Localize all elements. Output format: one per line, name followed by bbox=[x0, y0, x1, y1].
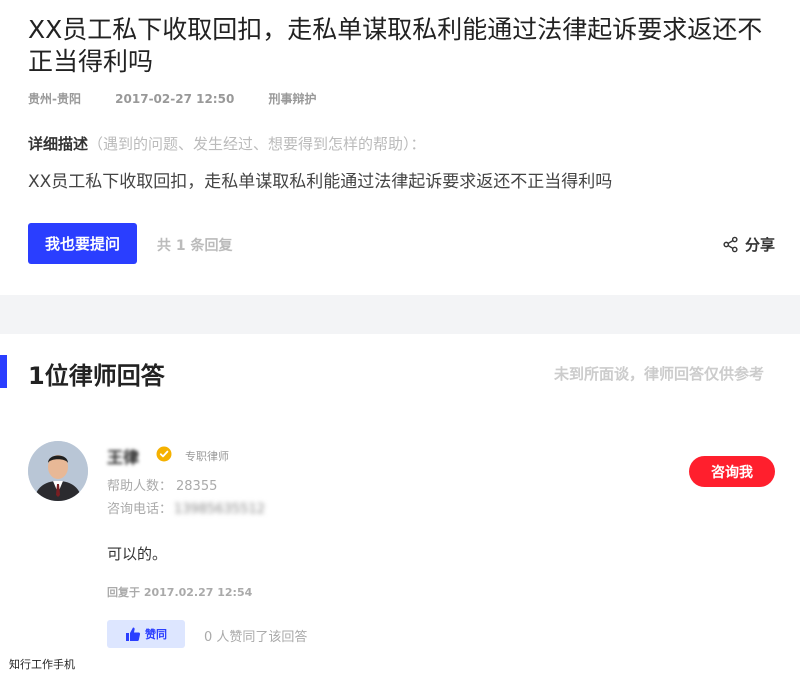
lawyer-name[interactable]: 王律 bbox=[107, 444, 139, 468]
watermark: 知行工作手机 bbox=[9, 658, 75, 671]
question-meta: 贵州-贵阳 2017-02-27 12:50 刑事辩护 bbox=[28, 90, 317, 107]
verified-badge-icon bbox=[156, 446, 172, 462]
section-accent-bar bbox=[0, 355, 7, 388]
description-label: 详细描述（遇到的问题、发生经过、想要得到怎样的帮助）： bbox=[28, 133, 426, 154]
lawyer-type: 专职律师 bbox=[185, 450, 229, 463]
ask-question-button[interactable]: 我也要提问 bbox=[28, 223, 137, 264]
question-location: 贵州-贵阳 bbox=[28, 92, 81, 106]
description-hint: （遇到的问题、发生经过、想要得到怎样的帮助）： bbox=[88, 135, 426, 153]
consult-phone: 咨询电话： 13985635512 bbox=[107, 498, 265, 517]
phone-value[interactable]: 13985635512 bbox=[174, 502, 265, 517]
like-button[interactable]: 赞同 bbox=[107, 620, 185, 648]
reply-count: 共 1 条回复 bbox=[157, 238, 233, 254]
answers-section-title: 1位律师回答 bbox=[28, 362, 165, 390]
answers-disclaimer: 未到所面谈，律师回答仅供参考 bbox=[554, 365, 765, 383]
help-count-value: 28355 bbox=[176, 479, 218, 494]
question-date: 2017-02-27 12:50 bbox=[115, 92, 235, 106]
phone-label: 咨询电话： bbox=[107, 502, 173, 517]
description-text: XX员工私下收取回扣，走私单谋取私利能通过法律起诉要求返还不正当得利吗 bbox=[28, 172, 613, 192]
question-category[interactable]: 刑事辩护 bbox=[269, 90, 317, 107]
reply-time: 回复于 2017.02.27 12:54 bbox=[107, 586, 253, 599]
answer-text: 可以的。 bbox=[107, 545, 168, 563]
avatar-icon bbox=[28, 441, 88, 501]
share-label: 分享 bbox=[745, 236, 776, 254]
lawyer-avatar[interactable] bbox=[28, 441, 88, 501]
like-label: 赞同 bbox=[145, 628, 167, 641]
thumbs-up-icon bbox=[126, 627, 141, 641]
help-count: 帮助人数： 28355 bbox=[107, 475, 217, 494]
question-title: XX员工私下收取回扣，走私单谋取私利能通过法律起诉要求返还不正当得利吗 bbox=[28, 15, 763, 76]
help-count-label: 帮助人数： bbox=[107, 479, 173, 494]
lawyer-name-text: 王律 bbox=[107, 448, 140, 467]
like-count: 0 人赞同了该回答 bbox=[204, 630, 308, 645]
consult-button[interactable]: 咨询我 bbox=[689, 456, 775, 487]
share-icon bbox=[723, 236, 738, 253]
share-button[interactable]: 分享 bbox=[722, 234, 775, 255]
description-label-text: 详细描述 bbox=[28, 135, 89, 153]
